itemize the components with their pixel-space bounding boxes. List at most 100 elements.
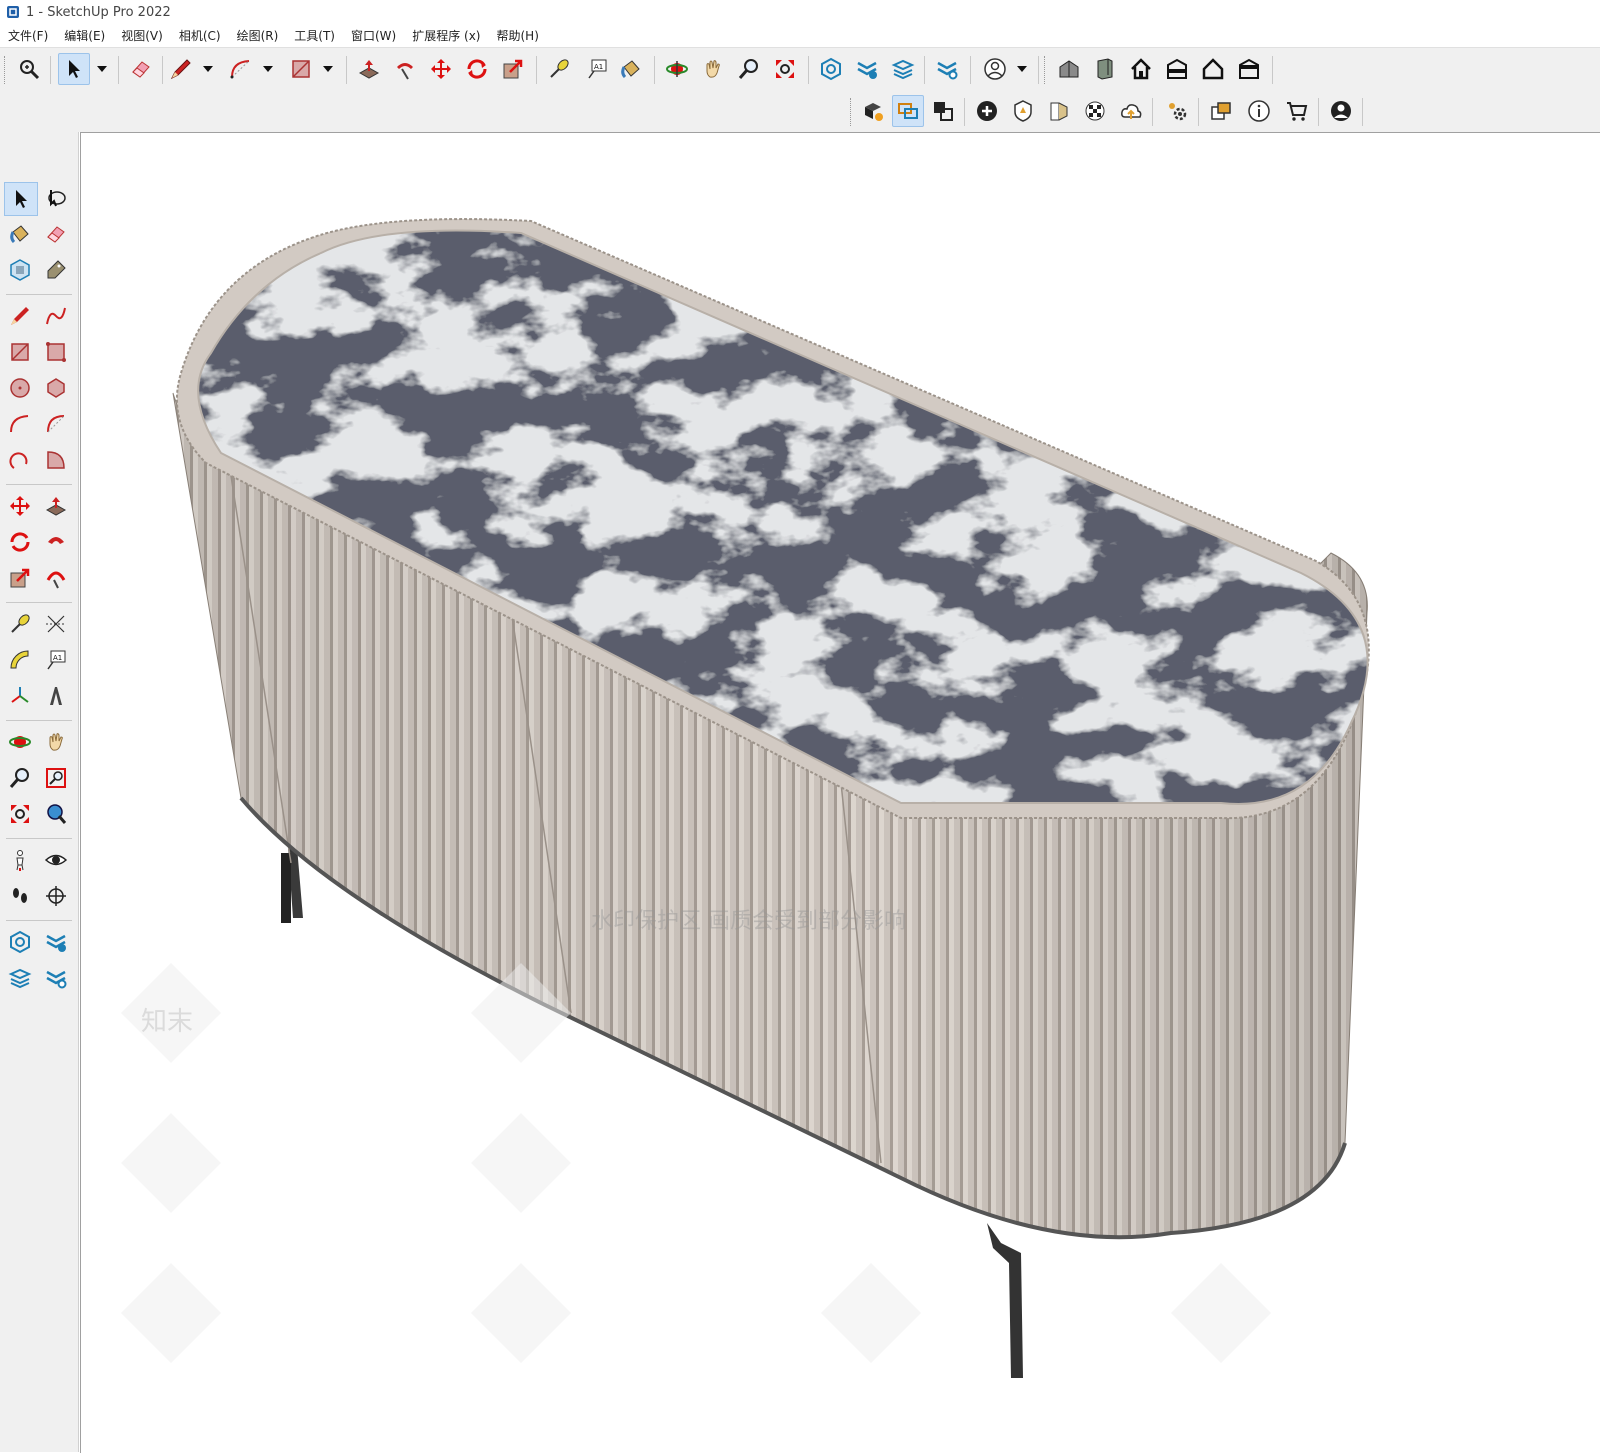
upload-button[interactable] — [1116, 96, 1146, 126]
side-2pt-arc-button[interactable] — [40, 408, 72, 440]
side-polygon-button[interactable] — [40, 372, 72, 404]
extension-manager-button[interactable] — [932, 54, 962, 84]
side-dimension-button[interactable] — [40, 608, 72, 640]
zoom-button[interactable] — [734, 54, 764, 84]
side-lasso-button[interactable] — [40, 182, 72, 214]
rectangle-tool-button[interactable] — [286, 54, 316, 84]
view-left-button[interactable] — [1234, 54, 1264, 84]
select-dropdown[interactable] — [96, 54, 108, 84]
side-offset-button[interactable] — [40, 562, 72, 594]
menu-edit[interactable]: 编辑(E) — [56, 27, 113, 44]
side-eraser-button[interactable] — [40, 218, 72, 250]
side-tag-button[interactable] — [40, 254, 72, 286]
3d-warehouse-button[interactable] — [816, 54, 846, 84]
line-tool-button[interactable] — [166, 54, 196, 84]
side-zoom-button[interactable] — [4, 762, 36, 794]
rotate-tool-button[interactable] — [462, 54, 492, 84]
side-3d-text-button[interactable] — [40, 680, 72, 712]
side-zoom-window-button[interactable] — [40, 762, 72, 794]
menu-extensions[interactable]: 扩展程序 (x) — [404, 27, 488, 44]
side-push-pull-button[interactable] — [40, 490, 72, 522]
side-rotate-button[interactable] — [4, 526, 36, 558]
model-viewport[interactable]: 水印保护区 画质会受到部分影响 知末 — [80, 132, 1600, 1453]
select-tool-button[interactable] — [58, 53, 90, 85]
menu-help[interactable]: 帮助(H) — [488, 27, 546, 44]
side-freehand-button[interactable] — [40, 300, 72, 332]
side-walk-button[interactable] — [4, 880, 36, 912]
side-3pt-arc-button[interactable] — [4, 444, 36, 476]
side-tape-button[interactable] — [4, 608, 36, 640]
view-front-button[interactable] — [1126, 54, 1156, 84]
zoom-tool-button[interactable] — [14, 54, 44, 84]
menu-file[interactable]: 文件(F) — [0, 27, 56, 44]
add-location-button[interactable] — [972, 96, 1002, 126]
intersect-button[interactable] — [928, 96, 958, 126]
side-text-button[interactable]: A1 — [40, 644, 72, 676]
side-rectangle-button[interactable] — [4, 336, 36, 368]
side-rotated-rect-button[interactable] — [40, 336, 72, 368]
shape-dropdown[interactable] — [322, 54, 334, 84]
side-arc-button[interactable] — [4, 408, 36, 440]
side-extension-warehouse-button[interactable] — [40, 926, 72, 958]
line-dropdown[interactable] — [202, 54, 214, 84]
side-section-plane-button[interactable] — [40, 880, 72, 912]
move-tool-button[interactable] — [426, 54, 456, 84]
side-previous-view-button[interactable] — [40, 798, 72, 830]
eraser-tool-button[interactable] — [126, 54, 156, 84]
tape-measure-tool-button[interactable] — [544, 54, 574, 84]
scenes-button[interactable] — [1206, 96, 1236, 126]
side-zoom-extents-button[interactable] — [4, 798, 36, 830]
side-extension-manager-button[interactable] — [40, 962, 72, 994]
menu-camera[interactable]: 相机(C) — [171, 27, 229, 44]
view-iso-button[interactable] — [1054, 54, 1084, 84]
extension-warehouse-button[interactable] — [852, 54, 882, 84]
side-look-around-button[interactable] — [40, 844, 72, 876]
side-circle-button[interactable] — [4, 372, 36, 404]
side-position-camera-button[interactable] — [4, 844, 36, 876]
match-photo-button[interactable] — [1080, 96, 1110, 126]
side-layout-button[interactable] — [4, 962, 36, 994]
side-scale-button[interactable] — [4, 562, 36, 594]
layout-send-button[interactable] — [888, 54, 918, 84]
account-button[interactable] — [980, 54, 1010, 84]
paint-bucket-tool-button[interactable] — [616, 54, 646, 84]
side-pie-button[interactable] — [40, 444, 72, 476]
arc-dropdown[interactable] — [262, 54, 274, 84]
side-paint-button[interactable] — [4, 218, 36, 250]
info-button[interactable] — [1244, 96, 1274, 126]
side-pan-button[interactable] — [40, 726, 72, 758]
pan-tool-button[interactable] — [698, 54, 728, 84]
zoom-extents-button[interactable] — [770, 54, 800, 84]
side-line-button[interactable] — [4, 300, 36, 332]
menu-draw[interactable]: 绘图(R) — [229, 27, 287, 44]
arc-tool-button[interactable] — [226, 54, 256, 84]
photo-texture-button[interactable] — [1044, 96, 1074, 126]
side-component-button[interactable] — [4, 254, 36, 286]
settings-button[interactable] — [1162, 96, 1192, 126]
solid-inspector-button[interactable] — [858, 96, 888, 126]
side-protractor-button[interactable] — [4, 644, 36, 676]
view-top-button[interactable] — [1090, 54, 1120, 84]
side-warehouse-button[interactable] — [4, 926, 36, 958]
side-move-button[interactable] — [4, 490, 36, 522]
side-axes-button[interactable] — [4, 680, 36, 712]
terrain-button[interactable] — [1008, 96, 1038, 126]
follow-me-tool-button[interactable] — [390, 54, 420, 84]
menu-tools[interactable]: 工具(T) — [286, 27, 343, 44]
outer-shell-button[interactable] — [892, 95, 924, 127]
toolbar-grip[interactable] — [4, 56, 7, 84]
menu-window[interactable]: 窗口(W) — [343, 27, 404, 44]
account-dropdown[interactable] — [1016, 54, 1028, 84]
text-tool-button[interactable]: A1 — [582, 54, 612, 84]
push-pull-tool-button[interactable] — [354, 54, 384, 84]
side-follow-me-button[interactable] — [40, 526, 72, 558]
view-back-button[interactable] — [1198, 54, 1228, 84]
scale-tool-button[interactable] — [498, 54, 528, 84]
side-select-button[interactable] — [4, 182, 38, 216]
profile-button[interactable] — [1326, 96, 1356, 126]
orbit-tool-button[interactable] — [662, 54, 692, 84]
menu-view[interactable]: 视图(V) — [113, 27, 171, 44]
side-orbit-button[interactable] — [4, 726, 36, 758]
store-button[interactable] — [1282, 96, 1312, 126]
view-right-button[interactable] — [1162, 54, 1192, 84]
